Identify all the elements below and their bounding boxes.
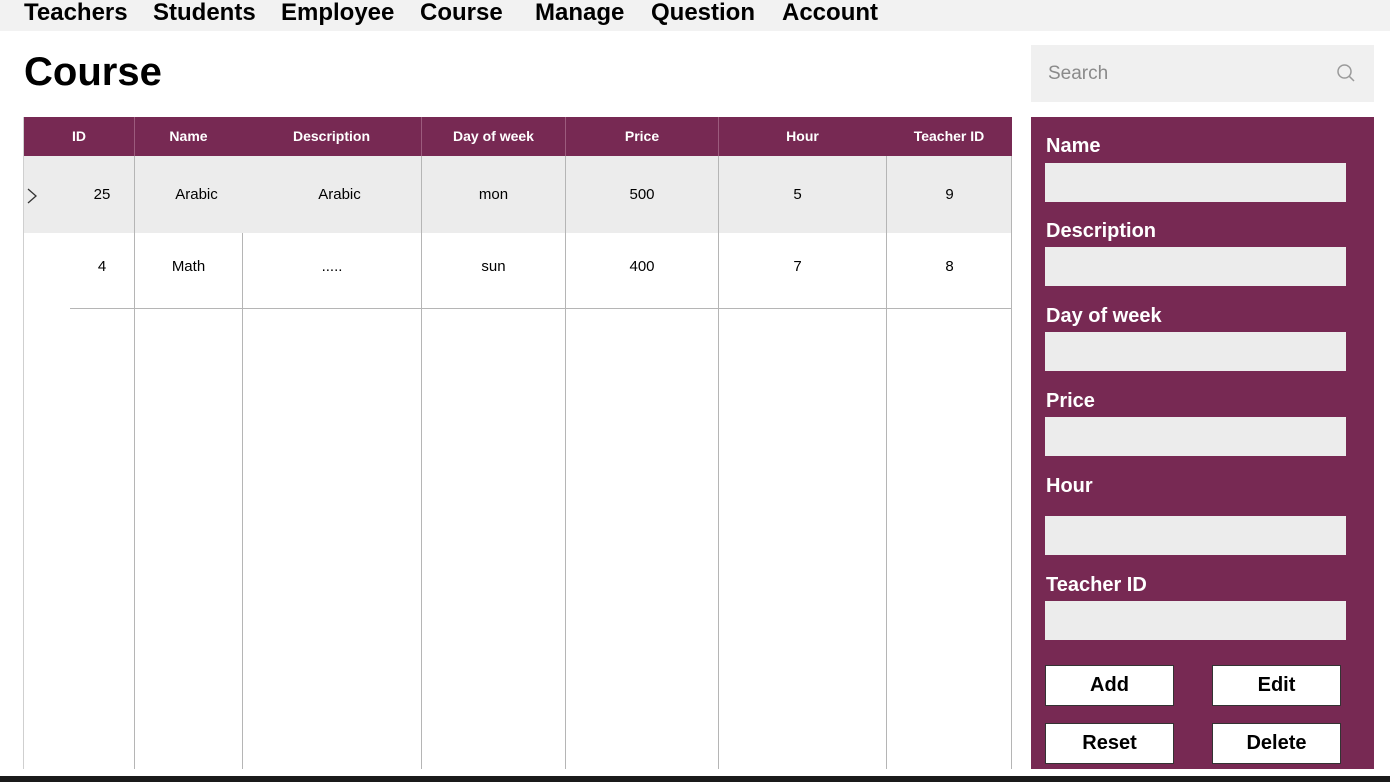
search-icon[interactable] (1336, 63, 1356, 83)
teacher-id-field[interactable] (1045, 601, 1346, 640)
row-separator (70, 308, 1012, 309)
column-divider (421, 309, 422, 769)
page-title: Course (24, 50, 162, 94)
col-header-description[interactable]: Description (242, 117, 421, 156)
cell-hour[interactable]: 5 (718, 156, 886, 233)
add-button[interactable]: Add (1045, 665, 1174, 706)
search-box (1031, 45, 1374, 102)
top-nav: Teachers Students Employee Course Manage… (0, 0, 1390, 31)
edit-button[interactable]: Edit (1212, 665, 1341, 706)
name-field[interactable] (1045, 163, 1346, 202)
day-of-week-label: Day of week (1046, 305, 1162, 327)
col-header-name[interactable]: Name (134, 117, 242, 156)
day-of-week-field[interactable] (1045, 332, 1346, 371)
column-divider (134, 309, 135, 769)
column-divider (886, 309, 887, 769)
reset-button[interactable]: Reset (1045, 723, 1174, 764)
col-header-id[interactable]: ID (24, 117, 134, 156)
cell-hour[interactable]: 7 (718, 233, 886, 309)
nav-account[interactable]: Account (782, 0, 878, 28)
grid-header: ID Name Description Day of week Price Ho… (24, 117, 1012, 156)
column-divider (242, 309, 243, 769)
cell-price[interactable]: 400 (565, 233, 718, 309)
hour-label: Hour (1046, 475, 1093, 497)
course-grid: ID Name Description Day of week Price Ho… (23, 117, 1012, 769)
table-row[interactable]: 4 Math ..... sun 400 7 8 (24, 233, 1012, 309)
column-divider (565, 309, 566, 769)
bottom-border (0, 776, 1390, 782)
nav-course[interactable]: Course (420, 0, 503, 28)
cell-teacher-id[interactable]: 9 (886, 156, 1012, 233)
name-label: Name (1046, 135, 1101, 157)
cell-day[interactable]: mon (421, 156, 565, 233)
delete-button[interactable]: Delete (1212, 723, 1341, 764)
column-divider (718, 309, 719, 769)
col-header-hour[interactable]: Hour (718, 117, 886, 156)
price-label: Price (1046, 390, 1095, 412)
nav-teachers[interactable]: Teachers (24, 0, 128, 28)
cell-description[interactable]: Arabic (258, 156, 421, 233)
cell-teacher-id[interactable]: 8 (886, 233, 1012, 309)
cell-price[interactable]: 500 (565, 156, 718, 233)
cell-id[interactable]: 4 (70, 233, 134, 309)
hour-field[interactable] (1045, 516, 1346, 555)
table-row[interactable]: 25 Arabic Arabic mon 500 5 9 (24, 156, 1012, 233)
cell-day[interactable]: sun (421, 233, 565, 309)
cell-description[interactable]: ..... (242, 233, 421, 309)
cell-name[interactable]: Arabic (134, 156, 258, 233)
col-header-teacher-id[interactable]: Teacher ID (886, 117, 1012, 156)
row-selector-icon (27, 188, 37, 204)
cell-id[interactable]: 25 (70, 156, 134, 233)
col-header-price[interactable]: Price (565, 117, 718, 156)
description-label: Description (1046, 220, 1157, 242)
price-field[interactable] (1045, 417, 1346, 456)
nav-employee[interactable]: Employee (281, 0, 394, 28)
nav-question[interactable]: Question (651, 0, 755, 28)
description-field[interactable] (1045, 247, 1346, 286)
cell-name[interactable]: Math (134, 233, 242, 309)
course-form-panel: Name Description Day of week Price Hour … (1031, 117, 1374, 769)
col-header-day[interactable]: Day of week (421, 117, 565, 156)
search-input[interactable] (1031, 45, 1338, 102)
nav-manage[interactable]: Manage (535, 0, 624, 28)
column-divider (1011, 156, 1012, 769)
nav-students[interactable]: Students (153, 0, 256, 28)
teacher-id-label: Teacher ID (1046, 574, 1147, 596)
